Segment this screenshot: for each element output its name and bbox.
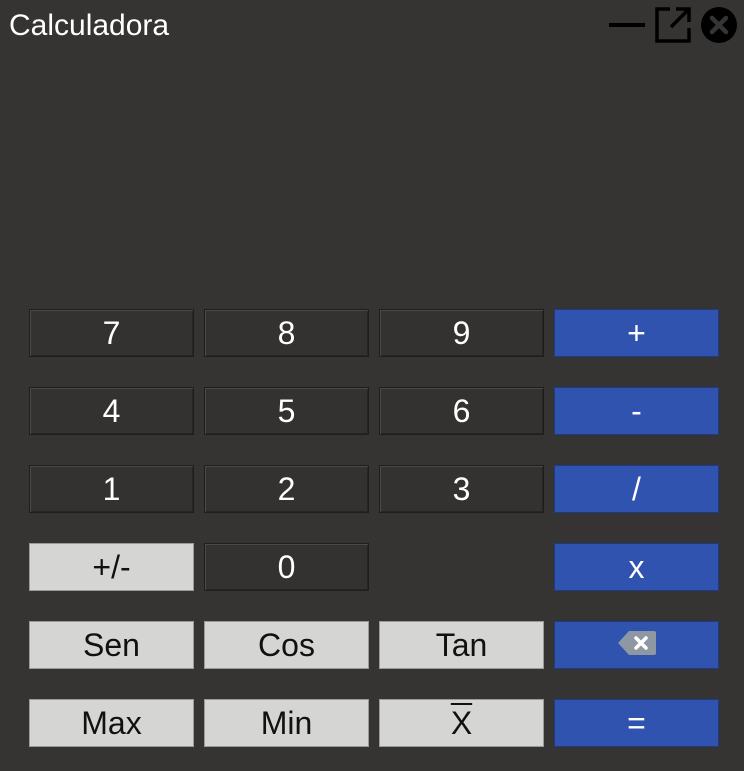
keypad: 7 8 9 +4 5 6 - 1 2 3 / +/- 0 x Sen Cos Tan Max Min X =	[29, 309, 719, 747]
key-label: x	[628, 548, 645, 585]
key-label: 3	[452, 470, 471, 507]
key-label: /	[632, 470, 641, 507]
mean-button[interactable]: X	[379, 699, 544, 747]
digit-9-button[interactable]: 9	[379, 309, 544, 357]
key-label: Cos	[258, 626, 315, 663]
digit-6-button[interactable]: 6	[379, 387, 544, 435]
minus-button[interactable]: -	[554, 387, 719, 435]
key-label: Min	[260, 704, 313, 741]
equals-button[interactable]: =	[554, 699, 719, 747]
max-button[interactable]: Max	[29, 699, 194, 747]
key-label: 4	[102, 392, 121, 429]
key-label: Max	[81, 704, 142, 741]
digit-4-button[interactable]: 4	[29, 387, 194, 435]
digit-7-button[interactable]: 7	[29, 309, 194, 357]
digit-2-button[interactable]: 2	[204, 465, 369, 513]
digit-1-button[interactable]: 1	[29, 465, 194, 513]
divide-button[interactable]: /	[554, 465, 719, 513]
minimize-icon[interactable]	[608, 6, 646, 44]
digit-8-button[interactable]: 8	[204, 309, 369, 357]
backspace-button[interactable]	[554, 621, 719, 669]
key-label: 1	[102, 470, 121, 507]
backspace-icon	[617, 627, 657, 664]
key-label: 2	[277, 470, 296, 507]
key-label: +/-	[92, 548, 131, 585]
calculator-window: Calculadora 7 8 9 +4 5 6 - 1 2 3 / +/- 0 x Sen Cos Tan Ma…	[0, 0, 744, 771]
key-label: 7	[102, 314, 121, 351]
min-button[interactable]: Min	[204, 699, 369, 747]
digit-3-button[interactable]: 3	[379, 465, 544, 513]
key-label: =	[627, 704, 646, 741]
plus-button[interactable]: +	[554, 309, 719, 357]
multiply-button[interactable]: x	[554, 543, 719, 591]
key-label: 5	[277, 392, 296, 429]
sign-toggle-button[interactable]: +/-	[29, 543, 194, 591]
tan-button[interactable]: Tan	[379, 621, 544, 669]
key-label: +	[627, 314, 646, 351]
window-controls	[608, 6, 738, 44]
close-icon[interactable]	[700, 6, 738, 44]
key-label: 0	[277, 548, 296, 585]
key-label: 6	[452, 392, 471, 429]
digit-0-button[interactable]: 0	[204, 543, 369, 591]
cos-button[interactable]: Cos	[204, 621, 369, 669]
digit-5-button[interactable]: 5	[204, 387, 369, 435]
calculator-display	[30, 60, 717, 290]
sin-button[interactable]: Sen	[29, 621, 194, 669]
key-label: Sen	[83, 626, 140, 663]
key-label: -	[631, 392, 642, 429]
key-label: 8	[277, 314, 296, 351]
key-label: X	[450, 704, 473, 741]
key-label: 9	[452, 314, 471, 351]
key-label: Tan	[435, 626, 488, 663]
window-title: Calculadora	[9, 9, 170, 42]
external-link-icon[interactable]	[654, 6, 692, 44]
empty-slot	[379, 543, 544, 591]
